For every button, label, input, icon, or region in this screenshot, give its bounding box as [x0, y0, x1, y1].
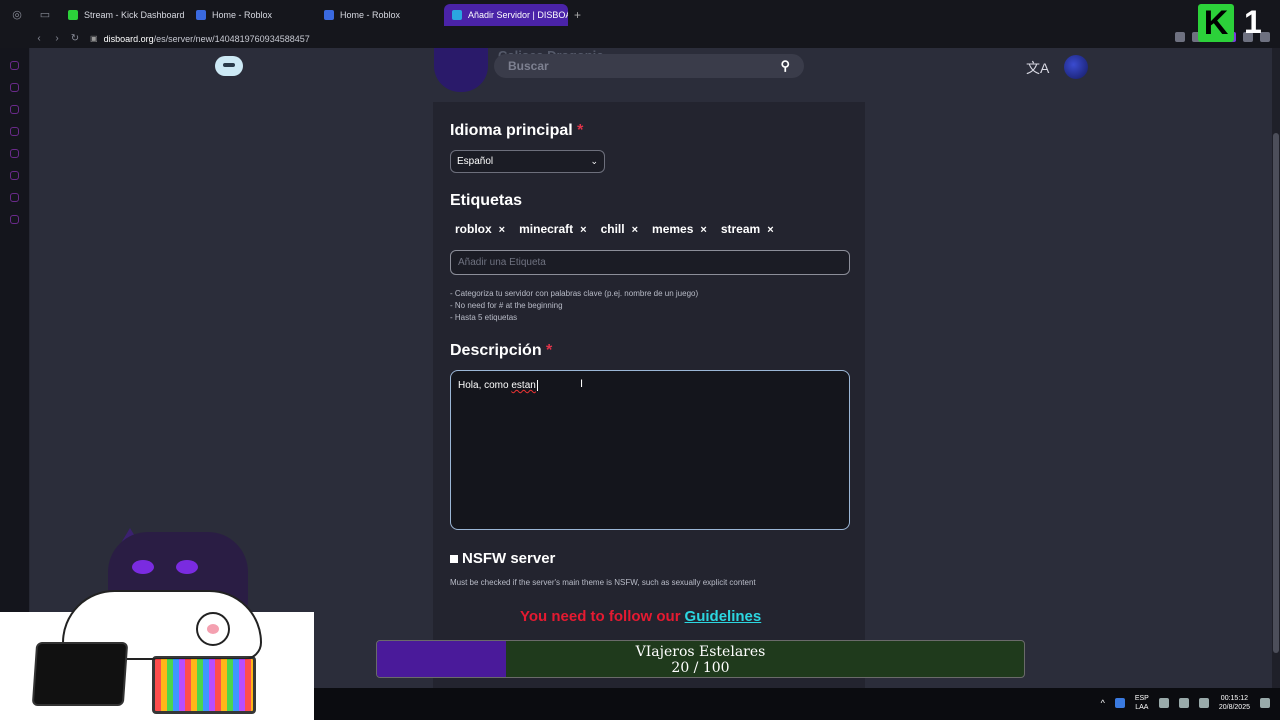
user-avatar[interactable] — [1064, 55, 1088, 79]
network-icon[interactable] — [1158, 698, 1169, 708]
misspelled-word: estan — [511, 380, 536, 392]
guidelines-notice: You need to follow our Guidelines — [520, 608, 762, 625]
goal-text: VIajeros Estelares 20 / 100 — [377, 644, 1024, 676]
reload-icon[interactable]: ↻ — [66, 33, 84, 44]
tab-actions-icon[interactable]: ▭ — [34, 4, 56, 26]
tags-label: Etiquetas — [450, 192, 523, 209]
new-tab-icon[interactable]: + — [574, 8, 581, 22]
tag-input[interactable]: Añadir una Etiqueta — [450, 250, 850, 275]
remove-tag-icon[interactable]: × — [632, 224, 638, 236]
disboard-logo[interactable] — [215, 56, 243, 76]
tab-roblox-2[interactable]: Home - Roblox — [316, 4, 440, 26]
tag-hints: - Categoriza tu servidor con palabras cl… — [450, 288, 698, 324]
language-selected: Español — [457, 156, 494, 167]
tag-chip: chill × — [600, 222, 639, 236]
hint-line: - Categoriza tu servidor con palabras cl… — [450, 289, 699, 298]
chevron-down-icon: ⌄ — [590, 156, 598, 166]
extension-icon[interactable] — [1175, 32, 1185, 42]
forward-icon[interactable]: › — [48, 33, 66, 44]
tab-disboard[interactable]: Añadir Servidor | DISBOARD — [444, 3, 568, 26]
text-caret — [536, 380, 538, 391]
search-input[interactable]: Buscar ⚲ — [494, 54, 804, 78]
checkbox-icon[interactable] — [450, 554, 458, 563]
hint-line: - Hasta 5 etiquetas — [450, 313, 518, 322]
microphone-icon[interactable] — [1114, 698, 1125, 708]
remove-tag-icon[interactable]: × — [767, 224, 773, 236]
tab-label: Home - Roblox — [340, 9, 401, 20]
lock-icon[interactable]: ▣ — [90, 34, 98, 43]
guidelines-link[interactable]: Guidelines — [685, 608, 762, 625]
follower-goal-bar: VIajeros Estelares 20 / 100 — [376, 640, 1025, 678]
search-icon[interactable]: ⚲ — [780, 58, 790, 74]
goal-count: 20 / 100 — [671, 660, 730, 676]
volume-icon[interactable] — [1178, 698, 1189, 708]
sidebar-icon[interactable] — [10, 215, 19, 224]
input-language[interactable]: ESP LAA — [1135, 694, 1149, 712]
language-select[interactable]: Español ⌄ — [450, 150, 605, 173]
sidebar-icon[interactable] — [10, 127, 19, 136]
language-label: Idioma principal * — [450, 122, 584, 139]
tag-input-placeholder: Añadir una Etiqueta — [458, 257, 546, 268]
roblox-favicon-icon — [196, 9, 206, 20]
browser-sidebar — [0, 48, 30, 628]
description-label: Descripción * — [450, 342, 553, 359]
tab-label: Home - Roblox — [212, 9, 273, 20]
goal-title: VIajeros Estelares — [635, 644, 766, 660]
nsfw-note: Must be checked if the server's main the… — [450, 578, 756, 587]
description-textarea[interactable]: Hola, como estan — [450, 370, 850, 530]
windows-taskbar: ^ ESP LAA 00:15:12 20/8/2025 — [314, 688, 1280, 720]
sidebar-icon[interactable] — [10, 61, 19, 70]
sidebar-icon[interactable] — [10, 149, 19, 158]
text-cursor-icon: I — [580, 378, 584, 390]
character-paw — [196, 612, 230, 646]
rgb-keyboard — [152, 656, 256, 714]
tray-expand-icon[interactable]: ^ — [1101, 698, 1105, 708]
kick-favicon-icon — [68, 9, 78, 20]
sidebar-icon[interactable] — [10, 83, 19, 92]
translate-icon[interactable]: 文A — [1026, 58, 1049, 78]
url-field[interactable]: disboard.org/es/server/new/1404819760934… — [104, 34, 310, 44]
hint-line: - No need for # at the beginning — [450, 301, 563, 310]
remove-tag-icon[interactable]: × — [580, 224, 586, 236]
back-icon[interactable]: ‹ — [30, 33, 48, 44]
tag-chip: stream × — [720, 222, 774, 236]
tag-chip: memes × — [652, 222, 707, 236]
search-placeholder: Buscar — [508, 59, 549, 73]
browser-menu-icon[interactable]: ◎ — [6, 4, 28, 26]
nsfw-checkbox[interactable]: NSFW server — [450, 550, 555, 567]
tab-kick-dashboard[interactable]: Stream - Kick Dashboard — [60, 4, 184, 26]
tag-chip: roblox × — [455, 222, 506, 236]
server-avatar — [434, 48, 488, 92]
nsfw-label: NSFW server — [462, 550, 556, 567]
address-bar: ‹ › ↻ ▣ disboard.org/es/server/new/14048… — [0, 29, 1280, 48]
tag-list: roblox × minecraft × chill × memes × stream × — [455, 222, 774, 236]
sidebar-icon[interactable] — [10, 171, 19, 180]
tab-label: Stream - Kick Dashboard — [84, 9, 184, 20]
battery-icon[interactable] — [1198, 698, 1209, 708]
character-eyes — [132, 560, 198, 574]
sidebar-icon[interactable] — [10, 193, 19, 202]
clock[interactable]: 00:15:12 20/8/2025 — [1219, 694, 1250, 712]
drawing-tablet — [31, 642, 129, 706]
browser-tab-bar: ◎ ▭ Stream - Kick Dashboard Home - Roblo… — [0, 0, 1280, 29]
system-tray: ^ ESP LAA 00:15:12 20/8/2025 — [1101, 694, 1270, 712]
roblox-favicon-icon — [324, 9, 334, 20]
tab-roblox-1[interactable]: Home - Roblox — [188, 4, 312, 26]
kick-logo: K — [1198, 4, 1234, 42]
kick-counter: 1 — [1244, 4, 1262, 40]
page-scrollbar[interactable] — [1272, 48, 1280, 688]
tab-label: Añadir Servidor | DISBOARD — [468, 9, 568, 20]
description-text: Hola, como — [458, 380, 512, 392]
tag-chip: minecraft × — [519, 222, 587, 236]
remove-tag-icon[interactable]: × — [499, 224, 505, 236]
remove-tag-icon[interactable]: × — [700, 224, 706, 236]
disboard-favicon-icon — [452, 9, 462, 20]
notifications-icon[interactable] — [1260, 698, 1270, 708]
sidebar-icon[interactable] — [10, 105, 19, 114]
scrollbar-thumb[interactable] — [1273, 133, 1279, 653]
